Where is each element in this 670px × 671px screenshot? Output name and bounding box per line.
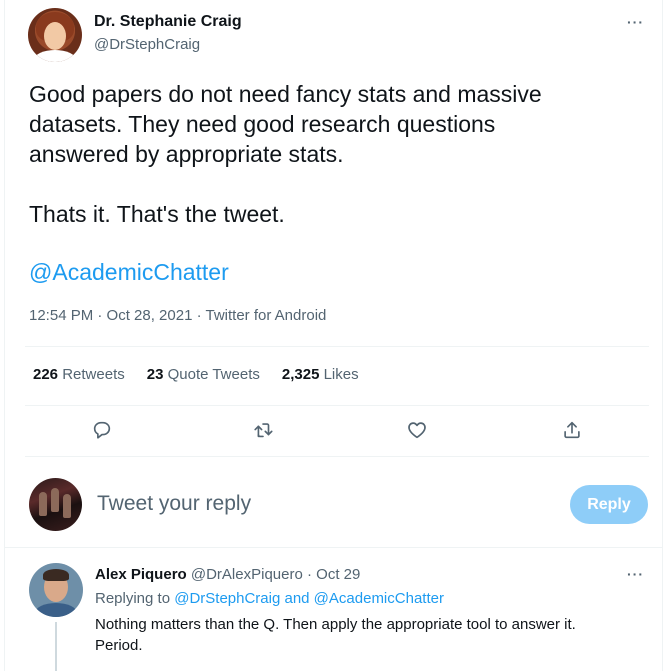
more-icon[interactable]: ··· [627,566,644,582]
retweet-icon[interactable] [249,416,277,444]
reply-author-avatar[interactable] [29,563,83,617]
replying-prefix: Replying to [95,590,171,607]
tweet-column: Dr. Stephanie Craig @DrStephCraig ··· Go… [4,0,663,671]
retweets-stat[interactable]: 226 Retweets [33,366,125,383]
mention-link[interactable]: @AcademicChatter [29,259,229,286]
reply-input[interactable]: Tweet your reply [97,492,251,516]
reply-text: Nothing matters than the Q. Then apply t… [95,616,576,654]
replying-to-users[interactable]: @DrStephCraig and @AcademicChatter [174,590,444,607]
more-icon[interactable]: ··· [627,14,644,30]
divider [5,547,663,548]
reply-header: Alex Piquero @DrAlexPiquero · Oct 29 [95,566,360,583]
author-name[interactable]: Dr. Stephanie Craig [94,13,242,31]
quote-tweets-stat[interactable]: 23 Quote Tweets [147,366,260,383]
author-avatar[interactable] [28,8,82,62]
tweet-meta[interactable]: 12:54 PM · Oct 28, 2021 · Twitter for An… [29,307,326,324]
author-handle[interactable]: @DrStephCraig [94,36,200,53]
divider [25,346,649,347]
reply-date[interactable]: Oct 29 [316,566,360,583]
share-icon[interactable] [558,416,586,444]
user-avatar[interactable] [29,478,82,531]
like-icon[interactable] [403,416,431,444]
tweet-stats: 226 Retweets 23 Quote Tweets 2,325 Likes [33,366,359,383]
reply-button[interactable]: Reply [570,485,648,524]
thread-line [55,622,57,671]
divider [25,405,649,406]
tweet-text: Good papers do not need fancy stats and … [29,81,542,227]
divider [25,456,649,457]
separator: · [306,566,312,583]
reply-icon[interactable] [88,416,116,444]
reply-author-handle[interactable]: @DrAlexPiquero [191,566,303,583]
likes-stat[interactable]: 2,325 Likes [282,366,359,383]
replying-to: Replying to @DrStephCraig and @AcademicC… [95,590,444,607]
reply-author-name[interactable]: Alex Piquero [95,566,187,583]
